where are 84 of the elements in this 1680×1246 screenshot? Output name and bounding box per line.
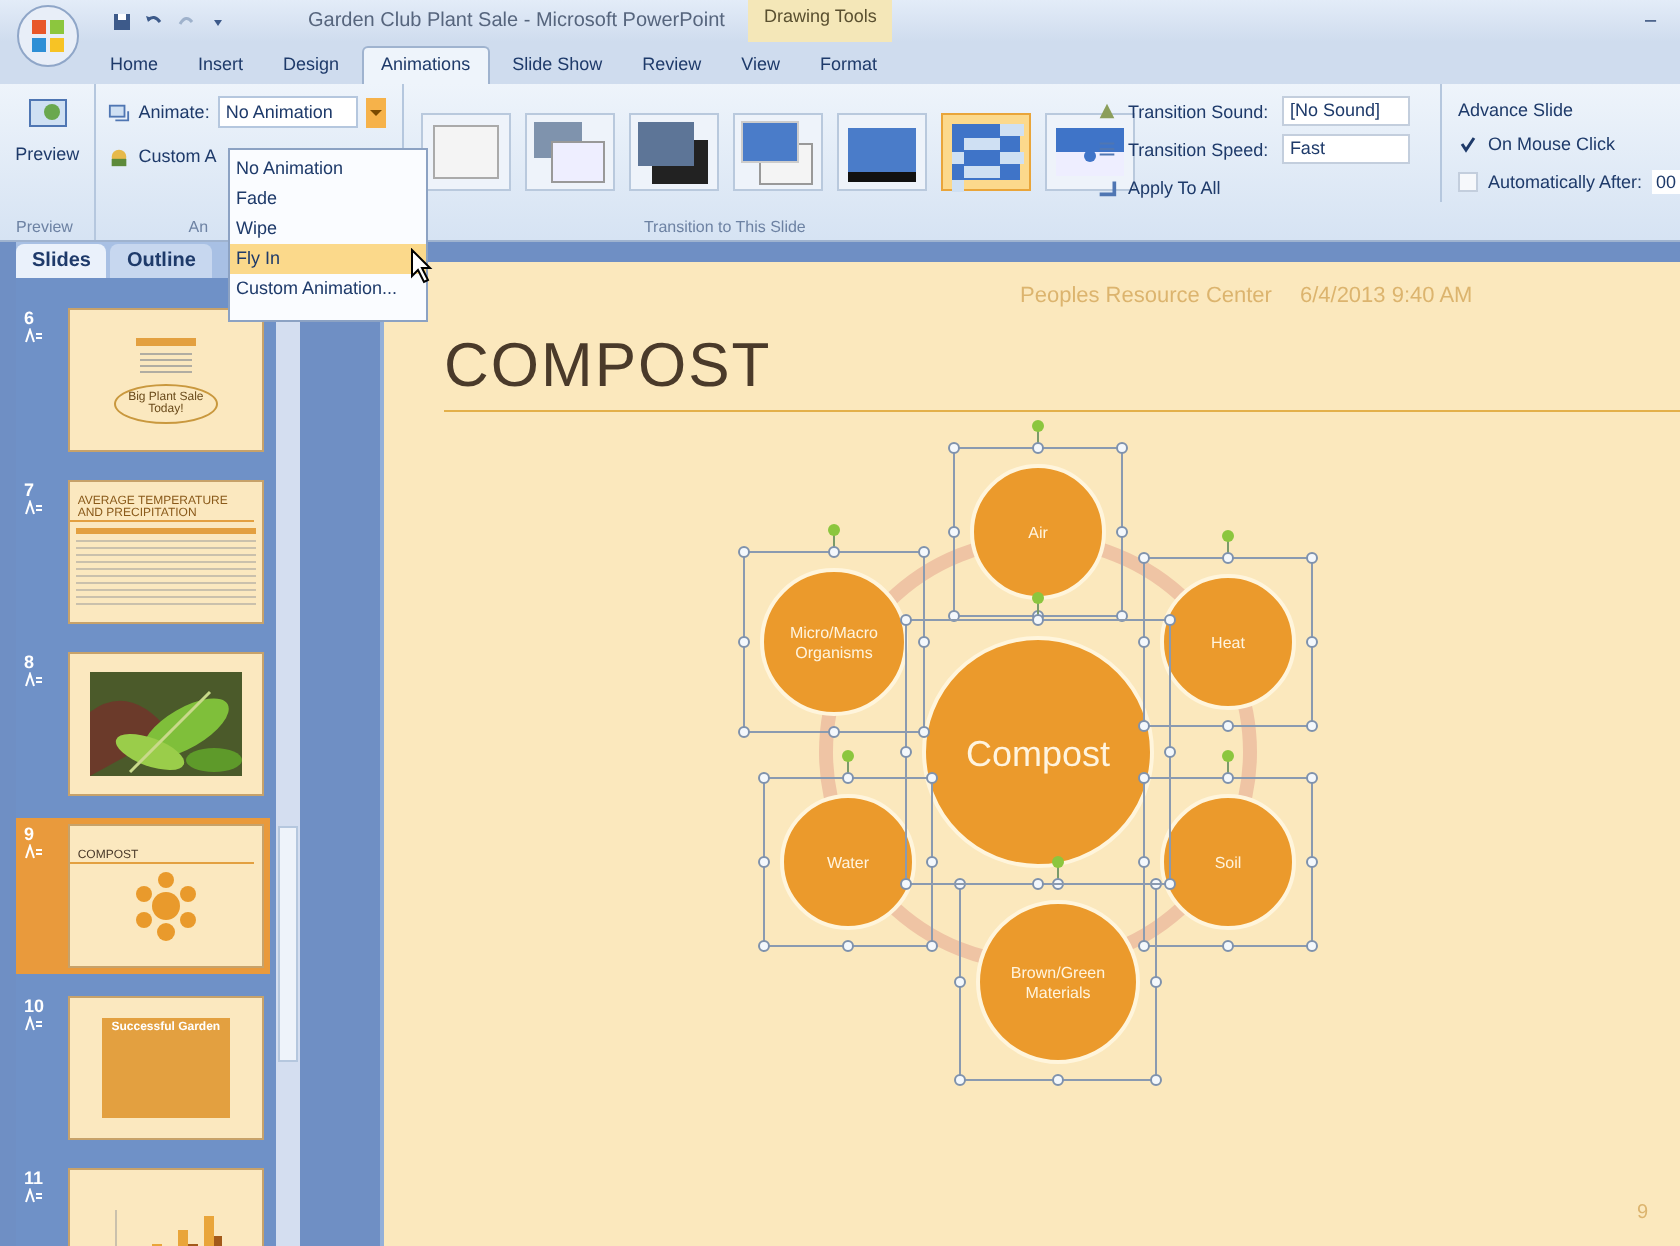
node-circle[interactable] bbox=[922, 636, 1154, 868]
transition-thumbnail[interactable] bbox=[419, 109, 512, 193]
checkbox-label: On Mouse Click bbox=[1487, 133, 1615, 153]
node-circle[interactable] bbox=[760, 568, 908, 716]
ribbon-tab[interactable]: Slide Show bbox=[494, 48, 621, 84]
node-label: Water bbox=[826, 854, 870, 872]
menu-item[interactable]: No Animation bbox=[230, 154, 426, 184]
node-label: Heat bbox=[1211, 634, 1245, 652]
scrollbar-thumb[interactable] bbox=[278, 826, 298, 1062]
preview-button[interactable]: Preview bbox=[15, 96, 80, 164]
checkbox-label: Automatically After: bbox=[1487, 171, 1642, 191]
node-label: Micro/Macro Organisms bbox=[790, 624, 878, 662]
ribbon-tab[interactable]: View bbox=[723, 48, 798, 84]
ribbon-tab[interactable]: Format bbox=[801, 48, 895, 84]
ribbon-tab[interactable]: Insert bbox=[180, 48, 262, 84]
group-label: An bbox=[188, 218, 209, 236]
dropdown-arrow-button[interactable] bbox=[365, 97, 386, 127]
node-label: Soil bbox=[1214, 854, 1242, 872]
slide-number: 7 bbox=[24, 480, 35, 500]
selection-frame[interactable] bbox=[954, 856, 1162, 1086]
panel-tab[interactable]: Slides bbox=[16, 244, 107, 278]
slide-number: 8 bbox=[24, 652, 35, 672]
menu-item[interactable]: Fly In bbox=[230, 244, 426, 274]
ribbon-tab[interactable]: Design bbox=[265, 48, 358, 84]
ribbon-tab[interactable]: Animations bbox=[361, 46, 491, 84]
footer-text: Peoples Resource Center bbox=[1020, 284, 1272, 308]
node-circle[interactable] bbox=[780, 794, 916, 930]
selection-frame[interactable] bbox=[1138, 750, 1318, 952]
checkbox[interactable] bbox=[1457, 133, 1478, 153]
node-circle[interactable] bbox=[1160, 574, 1296, 710]
custom-animation-button[interactable]: Custom A bbox=[138, 146, 217, 166]
selection-frame[interactable] bbox=[738, 524, 930, 738]
panel-tab[interactable]: Outline bbox=[110, 244, 212, 278]
preview-icon bbox=[27, 96, 68, 132]
transition-sound-dropdown[interactable]: [No Sound] bbox=[1281, 96, 1410, 126]
page-number: 9 bbox=[1636, 1202, 1648, 1224]
apply-to-all-button[interactable]: Apply To All bbox=[1127, 177, 1221, 197]
animate-label: Animate: bbox=[138, 102, 210, 122]
slide-number: 11 bbox=[24, 1168, 44, 1188]
selection-frame[interactable] bbox=[758, 750, 938, 952]
transition-thumbnail[interactable] bbox=[939, 109, 1032, 193]
node-circle[interactable] bbox=[976, 900, 1140, 1064]
ribbon-tab[interactable]: Review bbox=[624, 48, 720, 84]
menu-item[interactable]: Custom Animation... bbox=[230, 274, 426, 304]
animate-icon bbox=[108, 101, 131, 123]
selection-frame[interactable] bbox=[900, 592, 1176, 890]
speed-icon bbox=[1095, 138, 1118, 160]
advance-slide-heading: Advance Slide bbox=[1457, 100, 1575, 120]
caret-icon bbox=[367, 104, 384, 120]
menu-item[interactable]: Wipe bbox=[230, 214, 426, 244]
group-label: Transition to This Slide bbox=[643, 218, 806, 236]
node-label: Compost bbox=[965, 734, 1111, 774]
window-title: Garden Club Plant Sale - Microsoft PowerPoint bbox=[308, 10, 727, 32]
slide-number: 9 bbox=[24, 824, 35, 844]
slide-thumbnail[interactable] bbox=[67, 652, 264, 796]
ribbon-tab[interactable]: Home bbox=[92, 48, 177, 84]
transition-thumbnail[interactable] bbox=[835, 109, 928, 193]
minimize-button[interactable]: – bbox=[1644, 10, 1656, 32]
save-icon[interactable] bbox=[112, 11, 132, 31]
apply-all-icon bbox=[1095, 176, 1118, 198]
time-field[interactable]: 00 bbox=[1651, 169, 1680, 193]
sound-icon bbox=[1095, 100, 1118, 122]
slide-number: 10 bbox=[24, 996, 45, 1016]
custom-animation-icon bbox=[108, 145, 131, 167]
group-label: Preview bbox=[16, 218, 73, 236]
contextual-tab-header: Drawing Tools bbox=[748, 0, 893, 42]
node-label: Air bbox=[1028, 524, 1048, 542]
slide-title: COMPOST bbox=[444, 330, 772, 400]
transition-thumbnail[interactable] bbox=[627, 109, 720, 193]
transition-thumbnail[interactable] bbox=[523, 109, 616, 193]
animate-dropdown[interactable]: No Animation bbox=[217, 96, 358, 128]
date-text: 6/4/2013 9:40 AM bbox=[1299, 284, 1473, 308]
transition-sound-label: Transition Sound: bbox=[1127, 101, 1271, 121]
transition-speed-label: Transition Speed: bbox=[1127, 139, 1271, 159]
transition-speed-dropdown[interactable]: Fast bbox=[1281, 134, 1410, 164]
menu-item[interactable]: Fade bbox=[230, 184, 426, 214]
transition-thumbnail[interactable] bbox=[731, 109, 824, 193]
selection-frame[interactable] bbox=[948, 420, 1128, 622]
node-circle[interactable] bbox=[970, 464, 1106, 600]
table-drawing bbox=[135, 337, 196, 377]
slide-number: 6 bbox=[24, 308, 35, 328]
selection-frame[interactable] bbox=[1138, 530, 1318, 732]
node-circle[interactable] bbox=[1160, 794, 1296, 930]
node-label: Brown/Green Materials bbox=[1010, 964, 1106, 1002]
